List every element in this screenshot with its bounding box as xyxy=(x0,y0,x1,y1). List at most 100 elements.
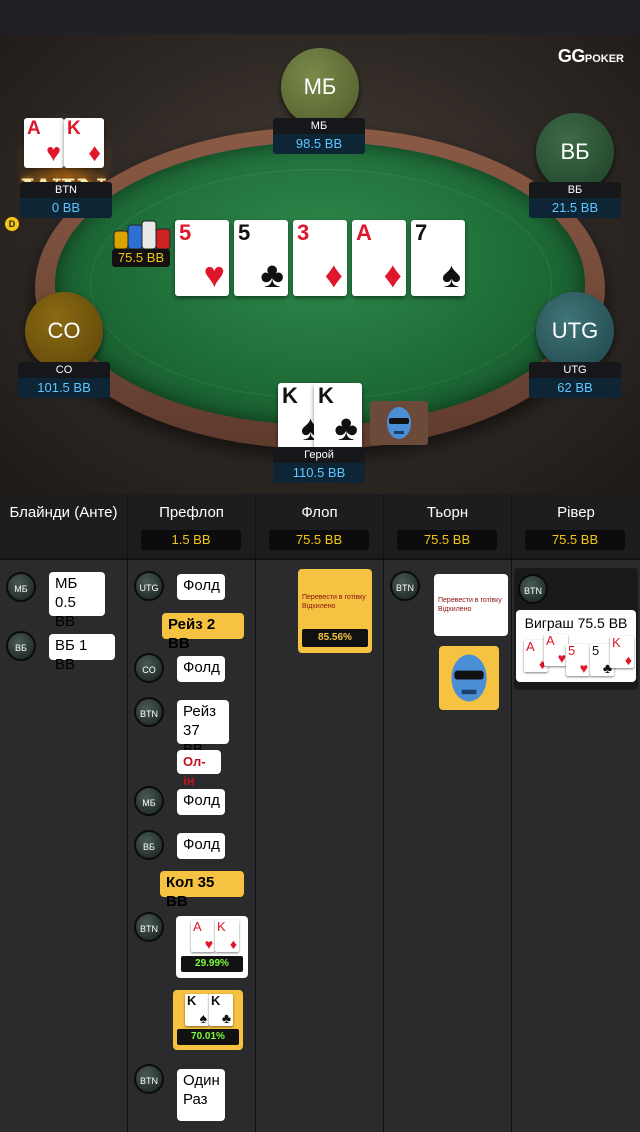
seat-hero-stack: 110.5 BB xyxy=(273,463,365,483)
hero-action-bubble: Кол 35 BB xyxy=(160,871,244,910)
mini-card: K ♦ xyxy=(610,635,634,668)
action-bubble: Рейз 37 BB xyxy=(177,700,229,758)
allin-bubble: Ол-ін xyxy=(177,750,221,788)
board-card-2: 5 ♣ xyxy=(234,220,288,296)
equity-label: 70.01% xyxy=(177,1029,239,1045)
column-turn: Тьорн 75.5 BB BTN Перевести в готівку Ві… xyxy=(384,494,512,1132)
face-emote-icon xyxy=(387,407,411,439)
chip-stack-icon xyxy=(113,220,171,250)
column-river: Рівер 75.5 BB BTN Виграш 75.5 BB A ♦ A ♥ 5… xyxy=(512,494,640,1132)
action-bubble: МБ 0.5 BB xyxy=(49,572,105,630)
cashout-bubble: Перевести в готівку Відхилено 85.56% xyxy=(298,569,372,653)
column-blinds: Блайнди (Анте) МБ МБ 0.5 BB ВБ ВБ 1 BB xyxy=(0,494,128,1132)
board-card-3: 3 ♦ xyxy=(293,220,347,296)
action-bubble: Фолд xyxy=(177,656,225,682)
board-card-1: 5 ♥ xyxy=(175,220,229,296)
position-badge-sb: МБ xyxy=(134,786,164,816)
seat-utg-stack: 62 BB xyxy=(529,378,621,398)
seat-utg-nameplate: UTG 62 BB xyxy=(529,362,621,398)
hero-card-2: K ♣ xyxy=(314,383,362,449)
seat-bb-stack: 21.5 BB xyxy=(529,198,621,218)
position-badge-btn: BTN xyxy=(518,574,548,604)
pot-amount: 75.5 BB xyxy=(112,249,170,267)
poker-table-area: GGPOKER МБ МБ 98.5 BB ВБ ВБ 21.5 BB UTG … xyxy=(0,34,640,494)
seat-hero-nameplate: Герой 110.5 BB xyxy=(273,447,365,483)
seat-sb-name: МБ xyxy=(273,118,365,134)
position-badge-sb: МБ xyxy=(6,572,36,602)
cashout-message: Перевести в готівку Відхилено xyxy=(302,594,366,610)
seat-co-circle[interactable]: CO xyxy=(25,292,103,370)
hero-showdown-bubble: K ♠ K ♣ 70.01% xyxy=(173,990,243,1050)
mini-card: 5 ♥ xyxy=(566,643,590,676)
column-preflop: Префлоп 1.5 BB UTG Фолд Рейз 2 BB CO Фол… xyxy=(128,494,256,1132)
column-pot: 75.5 BB xyxy=(525,530,625,550)
mini-card: K ♠ xyxy=(185,993,209,1026)
mini-card: K ♦ xyxy=(215,919,239,952)
hand-history-panel: Блайнди (Анте) МБ МБ 0.5 BB ВБ ВБ 1 BB П… xyxy=(0,494,640,1132)
mini-card: K ♣ xyxy=(209,993,233,1026)
cashout-bubble: Перевести в готівку Відхилено xyxy=(434,574,508,636)
seat-bb-circle[interactable]: ВБ xyxy=(536,113,614,191)
position-badge-bb: ВБ xyxy=(134,830,164,860)
action-bubble: Один Раз xyxy=(177,1069,225,1121)
column-header: Рівер 75.5 BB xyxy=(512,494,640,560)
column-flop: Флоп 75.5 BB Перевести в готівку Відхиле… xyxy=(256,494,384,1132)
emote-avatar[interactable] xyxy=(370,401,428,445)
position-badge-bb: ВБ xyxy=(6,631,36,661)
showdown-bubble: A ♥ K ♦ 29.99% xyxy=(176,916,248,978)
seat-bb-name: ВБ xyxy=(529,182,621,198)
column-header: Флоп 75.5 BB xyxy=(256,494,383,560)
seat-sb-circle[interactable]: МБ xyxy=(281,48,359,126)
column-header: Тьорн 75.5 BB xyxy=(384,494,511,560)
top-status-bar xyxy=(0,0,640,34)
column-title: Рівер xyxy=(557,504,595,521)
hero-action-bubble: Рейз 2 BB xyxy=(162,613,244,652)
position-badge-btn: BTN xyxy=(134,697,164,727)
column-title: Тьорн xyxy=(426,504,469,521)
column-pot: 75.5 BB xyxy=(397,530,497,550)
emote-bubble xyxy=(439,646,499,710)
btn-card-1: A ♥ xyxy=(24,118,64,168)
seat-btn-name: BTN xyxy=(20,182,112,198)
position-badge-btn: BTN xyxy=(134,912,164,942)
mini-card: A ♥ xyxy=(544,633,568,666)
column-header: Блайнди (Анте) xyxy=(0,494,127,560)
seat-sb-stack: 98.5 BB xyxy=(273,134,365,154)
seat-btn-stack: 0 BB xyxy=(20,198,112,218)
action-bubble: Фолд xyxy=(177,574,225,600)
ggpoker-logo: GGPOKER xyxy=(557,46,624,66)
board-card-4: A ♦ xyxy=(352,220,406,296)
seat-sb-nameplate: МБ 98.5 BB xyxy=(273,118,365,154)
seat-co-name: CO xyxy=(18,362,110,378)
face-emote-icon xyxy=(451,654,487,702)
seat-bb-nameplate: ВБ 21.5 BB xyxy=(529,182,621,218)
column-header: Префлоп 1.5 BB xyxy=(128,494,255,560)
dealer-button-icon: D xyxy=(5,217,19,231)
equity-label: 85.56% xyxy=(302,629,368,647)
position-badge-btn: BTN xyxy=(390,571,420,601)
column-title: Флоп xyxy=(301,504,338,521)
seat-co-nameplate: CO 101.5 BB xyxy=(18,362,110,398)
river-result-panel: BTN Виграш 75.5 BB A ♦ A ♥ 5 ♥ 5 ♣ K ♦ xyxy=(514,568,638,690)
column-pot: 1.5 BB xyxy=(141,530,241,550)
action-bubble: Фолд xyxy=(177,789,225,815)
position-badge-utg: UTG xyxy=(134,571,164,601)
seat-utg-circle[interactable]: UTG xyxy=(536,292,614,370)
board-card-5: 7 ♠ xyxy=(411,220,465,296)
column-title: Блайнди (Анте) xyxy=(9,504,118,521)
action-bubble: ВБ 1 BB xyxy=(49,634,115,673)
winner-text: Виграш 75.5 BB xyxy=(524,615,628,631)
position-badge-co: CO xyxy=(134,653,164,683)
winner-bubble: Виграш 75.5 BB A ♦ A ♥ 5 ♥ 5 ♣ K ♦ xyxy=(516,610,636,682)
seat-btn-nameplate: BTN 0 BB xyxy=(20,182,112,218)
column-title: Префлоп xyxy=(159,504,224,521)
position-badge-btn: BTN xyxy=(134,1064,164,1094)
equity-label: 29.99% xyxy=(181,956,243,972)
seat-co-stack: 101.5 BB xyxy=(18,378,110,398)
mini-card: A ♥ xyxy=(191,919,215,952)
seat-utg-name: UTG xyxy=(529,362,621,378)
action-bubble: Фолд xyxy=(177,833,225,859)
seat-hero-name: Герой xyxy=(273,447,365,463)
column-pot: 75.5 BB xyxy=(269,530,369,550)
btn-card-2: K ♦ xyxy=(64,118,104,168)
